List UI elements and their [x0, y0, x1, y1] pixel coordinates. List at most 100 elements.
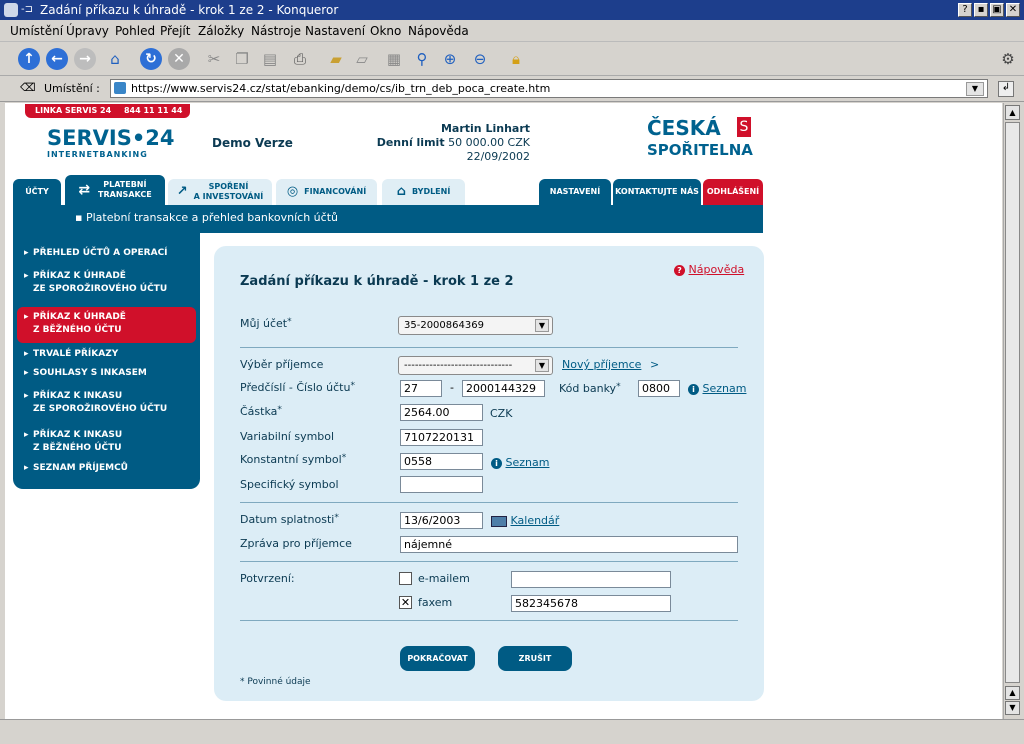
- find-icon[interactable]: ⚲: [412, 50, 432, 68]
- seznam-ks-link[interactable]: i Seznam: [491, 456, 549, 469]
- sidebar-item-trvale[interactable]: TRVALÉ PŘÍKAZY: [24, 348, 118, 361]
- url-input[interactable]: https://www.servis24.cz/stat/ebanking/de…: [110, 79, 988, 98]
- seznam-banky-link[interactable]: i Seznam: [688, 382, 746, 395]
- tab-financovani[interactable]: ◎ FINANCOVÁNÍ: [276, 179, 377, 205]
- stop-icon[interactable]: ✕: [168, 48, 190, 70]
- currency-label: CZK: [490, 407, 513, 420]
- subnav-bar: ▪ Platební transakce a přehled bankovníc…: [13, 205, 763, 233]
- properties-icon[interactable]: ▦: [384, 50, 404, 68]
- sidebar-item-inkaso-sporozirovy[interactable]: PŘÍKAZ K INKASUZE SPOROŽIROVÉHO ÚČTU: [24, 390, 167, 416]
- menu-bookmarks[interactable]: Záložky: [198, 24, 244, 38]
- zprava-input[interactable]: nájemné: [400, 536, 738, 553]
- ceska-logo[interactable]: ČESKÁ: [647, 118, 721, 138]
- sidebar-item-prehled[interactable]: PŘEHLED ÚČTŮ A OPERACÍ: [24, 247, 168, 260]
- zoom-out-icon[interactable]: ⊖: [470, 50, 490, 68]
- datum-input[interactable]: 13/6/2003: [400, 512, 483, 529]
- menu-go[interactable]: Přejít: [160, 24, 190, 38]
- delete-folder-icon[interactable]: ▱: [352, 50, 372, 68]
- scroll-down-icon[interactable]: ▼: [1005, 701, 1020, 715]
- potvrzeni-label: Potvrzení:: [240, 572, 295, 585]
- servis24-logo[interactable]: SERVIS•24: [47, 126, 174, 150]
- help-link[interactable]: ? Nápověda: [674, 263, 744, 276]
- ss-input[interactable]: [400, 476, 483, 493]
- home-icon[interactable]: ⌂: [105, 50, 125, 68]
- castka-input[interactable]: 2564.00: [400, 404, 483, 421]
- window-titlebar: -⊐ Zadání příkazu k úhradě - krok 1 ze 2…: [0, 0, 1024, 20]
- menu-help[interactable]: Nápověda: [408, 24, 469, 38]
- forward-icon[interactable]: →: [74, 48, 96, 70]
- hotline-phone: 844 11 11 44: [123, 106, 183, 115]
- sidebar-item-uhrada-bezny[interactable]: PŘÍKAZ K ÚHRADĚZ BĚŽNÉHO ÚČTU: [24, 311, 126, 337]
- location-label: Umístění :: [44, 82, 100, 95]
- new-folder-icon[interactable]: ▰: [326, 50, 346, 68]
- pokracovat-button[interactable]: POKRAČOVAT: [400, 646, 475, 671]
- copy-icon[interactable]: ❐: [232, 50, 252, 68]
- limit-value: 50 000.00 CZK: [448, 136, 530, 149]
- predcisli-input[interactable]: 27: [400, 380, 442, 397]
- fax-checkbox[interactable]: ✕: [399, 596, 412, 609]
- go-icon[interactable]: ↲: [998, 81, 1014, 97]
- sidebar-item-uhrada-sporozirovy[interactable]: PŘÍKAZ K ÚHRADĚZE SPOROŽIROVÉHO ÚČTU: [24, 270, 167, 296]
- arrow-right-icon: >: [650, 358, 660, 371]
- kod-banky-input[interactable]: 0800: [638, 380, 680, 397]
- help-icon: ?: [674, 265, 685, 276]
- tab-kontakt[interactable]: KONTAKTUJTE NÁS: [613, 179, 701, 205]
- scroll-up-icon[interactable]: ▲: [1005, 686, 1020, 700]
- sidebar-item-seznam[interactable]: SEZNAM PŘÍJEMCŮ: [24, 462, 128, 475]
- cut-icon[interactable]: ✂: [204, 50, 224, 68]
- sidebar-item-inkaso-bezny[interactable]: PŘÍKAZ K INKASUZ BĚŽNÉHO ÚČTU: [24, 429, 122, 455]
- tab-odhlaseni[interactable]: ODHLÁŠENÍ: [703, 179, 763, 205]
- scroll-thumb[interactable]: [1005, 122, 1020, 683]
- zprava-label: Zpráva pro příjemce: [240, 537, 352, 550]
- ks-input[interactable]: 0558: [400, 453, 483, 470]
- kalendar-link[interactable]: Kalendář: [491, 514, 559, 527]
- menu-view[interactable]: Pohled: [115, 24, 155, 38]
- tab-platebni[interactable]: ⇄ PLATEBNÍ TRANSAKCE: [65, 175, 165, 205]
- chevron-down-icon: ▼: [535, 359, 549, 372]
- print-icon[interactable]: ⎙: [290, 50, 310, 68]
- location-bar: ⌫ Umístění : https://www.servis24.cz/sta…: [0, 76, 1024, 102]
- novy-prijemce-link[interactable]: Nový příjemce: [562, 358, 641, 371]
- minimize-button[interactable]: ▪: [974, 3, 988, 17]
- ss-label: Specifický symbol: [240, 478, 339, 491]
- up-icon[interactable]: ↑: [18, 48, 40, 70]
- tab-nastaveni[interactable]: NASTAVENÍ: [539, 179, 611, 205]
- user-info: Martin Linhart Denní limit 50 000.00 CZK…: [330, 122, 530, 164]
- tab-bydleni[interactable]: ⌂ BYDLENÍ: [382, 179, 465, 205]
- zrusit-button[interactable]: ZRUŠIT: [498, 646, 572, 671]
- menu-edit[interactable]: Úpravy: [66, 24, 109, 38]
- url-dropdown-icon[interactable]: ▼: [966, 82, 984, 96]
- help-window-button[interactable]: ?: [958, 3, 972, 17]
- tab-ucty[interactable]: ÚČTY: [13, 179, 61, 205]
- menu-location[interactable]: Umístění: [10, 24, 63, 38]
- menu-window[interactable]: Okno: [370, 24, 401, 38]
- fax-input[interactable]: 582345678: [511, 595, 671, 612]
- pin-icon[interactable]: -⊐: [21, 0, 33, 20]
- maximize-button[interactable]: ▣: [990, 3, 1004, 17]
- chart-icon: ↗: [176, 184, 188, 199]
- tab-sporeni[interactable]: ↗ SPOŘENÍ A INVESTOVÁNÍ: [168, 179, 272, 205]
- cislo-uctu-input[interactable]: 2000144329: [462, 380, 545, 397]
- info-icon: i: [688, 384, 699, 395]
- back-icon[interactable]: ←: [46, 48, 68, 70]
- email-input[interactable]: [511, 571, 671, 588]
- paste-icon[interactable]: ▤: [260, 50, 280, 68]
- menu-settings[interactable]: Nastavení: [305, 24, 365, 38]
- info-icon: i: [491, 458, 502, 469]
- sidebar-item-souhlasy[interactable]: SOUHLASY S INKASEM: [24, 367, 147, 380]
- close-button[interactable]: ✕: [1006, 3, 1020, 17]
- bank-s-icon: S: [737, 117, 751, 137]
- scroll-up-icon[interactable]: ▲: [1005, 105, 1020, 120]
- clear-location-icon[interactable]: ⌫: [20, 81, 36, 94]
- menu-tools[interactable]: Nástroje: [251, 24, 301, 38]
- vs-input[interactable]: 7107220131: [400, 429, 483, 446]
- gear-icon[interactable]: ⚙: [998, 50, 1018, 68]
- vertical-scrollbar[interactable]: ▲ ▲ ▼: [1003, 103, 1021, 719]
- zoom-in-icon[interactable]: ⊕: [440, 50, 460, 68]
- reload-icon[interactable]: ↻: [140, 48, 162, 70]
- vyber-prijemce-select[interactable]: ------------------------------ ▼: [398, 356, 553, 375]
- muj-ucet-select[interactable]: 35-2000864369 ▼: [398, 316, 553, 335]
- email-checkbox[interactable]: [399, 572, 412, 585]
- hotline-bar: LINKA SERVIS 24 844 11 11 44: [25, 104, 190, 118]
- app-icon[interactable]: [4, 3, 18, 17]
